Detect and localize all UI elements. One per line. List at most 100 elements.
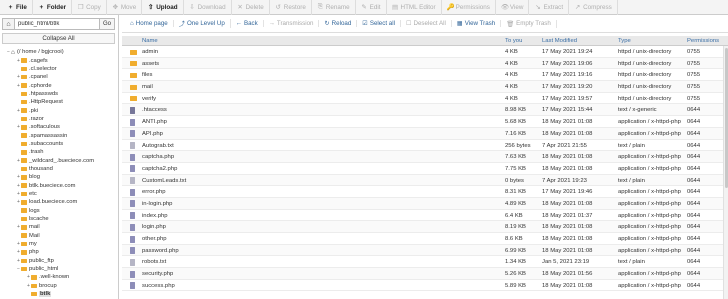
deselect-all-button[interactable]: ☐ Deselect All — [401, 20, 452, 27]
extract-button[interactable]: ↘ Extract — [529, 0, 570, 15]
tree-item[interactable]: + brocup — [0, 282, 118, 290]
header-type[interactable]: Type — [618, 38, 631, 44]
nav-button-label: Back — [243, 20, 258, 27]
tree-item[interactable]: + blog — [0, 173, 118, 181]
reload-button[interactable]: ↻ Reload — [319, 20, 358, 27]
tree-item[interactable]: + .pki — [0, 106, 118, 114]
tree-item[interactable]: + .cagefs — [0, 56, 118, 64]
tree-item[interactable]: .spamassassin — [0, 131, 118, 139]
header-size[interactable]: To you — [505, 38, 522, 44]
tree-item[interactable]: .HttpRequest — [0, 98, 118, 106]
view-trash-button[interactable]: ▦ View Trash — [452, 20, 502, 27]
header-name[interactable]: Name — [142, 38, 158, 44]
file-type: application / x-httpd-php — [618, 189, 681, 196]
table-row[interactable]: verify 4 KB 17 May 2021 19:57 httpd / unix-… — [122, 93, 728, 105]
tree-item[interactable]: + mail — [0, 223, 118, 231]
tree-item-label: btlk.bueciece.com — [29, 182, 76, 189]
download-button[interactable]: ⇩ Download — [184, 0, 232, 15]
table-row[interactable]: other.php 8.6 KB 18 May 2021 01:08 applicat… — [122, 233, 728, 245]
table-row[interactable]: assets 4 KB 17 May 2021 19:06 httpd / unix-… — [122, 57, 728, 70]
table-row[interactable]: in-login.php 4.89 KB 18 May 2021 01:08 appl… — [122, 197, 728, 210]
file-size: 8.19 KB — [505, 224, 526, 231]
table-row[interactable]: error.php 8.31 KB 17 May 2021 19:46 applica… — [122, 186, 728, 198]
table-row[interactable]: CustomLeads.txt 0 bytes 7 Apr 2021 19:23 te… — [122, 174, 728, 187]
copy-button[interactable]: ❐ Copy — [72, 0, 107, 15]
tree-item[interactable]: + btlk.bueciece.com — [0, 182, 118, 190]
tree-item[interactable]: + .cpanel — [0, 73, 118, 81]
eye-icon: 👁 — [500, 4, 510, 11]
view-button[interactable]: 👁 View — [496, 0, 530, 15]
home-icon[interactable]: ⌂ — [2, 18, 14, 30]
transmission-button[interactable]: → Transmission — [264, 20, 320, 27]
folder-icon — [21, 241, 27, 247]
table-row[interactable]: robots.txt 1.34 KB Jan 5, 2021 23:19 text /… — [122, 256, 728, 269]
table-row[interactable]: password.php 6.99 KB 18 May 2021 01:08 appl… — [122, 244, 728, 257]
tree-item[interactable]: + .well-known — [0, 273, 118, 281]
tree-item[interactable]: .trash — [0, 148, 118, 156]
tree-item[interactable]: + load.bueciece.com — [0, 198, 118, 206]
table-row[interactable]: .htaccess 8.98 KB 17 May 2021 15:44 text / … — [122, 104, 728, 117]
compress-button[interactable]: ↗ Compress — [569, 0, 618, 15]
tree-item[interactable]: + .softaculous — [0, 123, 118, 131]
header-permissions[interactable]: Permissions — [687, 38, 719, 44]
tree-item[interactable]: − ⌂ (/ home / bgjcrooi) — [0, 48, 118, 56]
home-page-button[interactable]: ⌂ Home page — [125, 20, 174, 27]
file-type: httpd / unix-directory — [618, 60, 672, 67]
move-button[interactable]: ✥ Move — [107, 0, 143, 15]
tree-item[interactable]: .subaccounts — [0, 140, 118, 148]
edit-button[interactable]: ✎ Edit — [356, 0, 387, 15]
table-row[interactable]: Autograb.txt 256 bytes 7 Apr 2021 21:55 tex… — [122, 140, 728, 152]
tree-item[interactable]: lscache — [0, 215, 118, 223]
tree-item[interactable]: .razor — [0, 115, 118, 123]
table-row[interactable]: mail 4 KB 17 May 2021 19:20 httpd / unix-di… — [122, 81, 728, 93]
table-row[interactable]: index.php 6.4 KB 18 May 2021 01:37 applicat… — [122, 210, 728, 222]
file-permissions: 0755 — [687, 60, 701, 67]
upload-button[interactable]: ⇧ Upload — [142, 0, 184, 15]
select-all-button[interactable]: ☑ Select all — [357, 20, 401, 27]
folder-icon — [21, 125, 27, 130]
tree-item[interactable]: btlk — [0, 290, 118, 298]
table-row[interactable]: API.php 7.16 KB 18 May 2021 01:08 applicati… — [122, 127, 728, 140]
tree-item[interactable]: + etc — [0, 190, 118, 198]
permissions-button[interactable]: 🔑 Permissions — [442, 0, 496, 15]
table-row[interactable]: ANTI.php 5.68 KB 18 May 2021 01:08 applicat… — [122, 116, 728, 128]
restore-button[interactable]: ↺ Restore — [270, 0, 312, 15]
scrollbar[interactable] — [723, 46, 728, 299]
table-row[interactable]: captcha2.php 7.75 KB 18 May 2021 01:08 appl… — [122, 163, 728, 175]
table-row[interactable]: captcha.php 7.63 KB 18 May 2021 01:08 appli… — [122, 151, 728, 163]
tree-item[interactable]: + .cphorde — [0, 81, 118, 89]
go-button[interactable]: Go — [100, 18, 115, 30]
table-row[interactable]: login.php 8.19 KB 18 May 2021 01:08 applica… — [122, 221, 728, 233]
table-row[interactable]: security.php 5.26 KB 18 May 2021 01:56 appl… — [122, 268, 728, 280]
navigation-bar: ⌂ Home page ⤴ One Level Up ← Back → Transmissio… — [122, 15, 728, 33]
one-level-up-button[interactable]: ⤴ One Level Up — [174, 19, 231, 28]
tree-item[interactable]: − public_html — [0, 265, 118, 273]
tree-item[interactable]: + php — [0, 248, 118, 256]
tree-item[interactable]: .htpasswds — [0, 90, 118, 98]
tree-item[interactable]: thousand — [0, 165, 118, 173]
new-folder-button[interactable]: + Folder — [33, 0, 73, 15]
tree-item-label: etc — [29, 191, 37, 198]
html-editor-button[interactable]: ▤ HTML Editor — [387, 0, 442, 15]
header-last-modified[interactable]: Last Modified — [542, 38, 577, 44]
tree-item[interactable]: logs — [0, 207, 118, 215]
table-row[interactable]: files 4 KB 17 May 2021 19:16 httpd / unix-d… — [122, 69, 728, 82]
tree-item[interactable]: .cl.selector — [0, 65, 118, 73]
delete-button[interactable]: ✕ Delete — [232, 0, 270, 15]
new-file-button[interactable]: + File — [2, 0, 33, 15]
tree-item-label: .HttpRequest — [29, 99, 63, 106]
path-input[interactable] — [14, 18, 100, 30]
table-row[interactable]: admin 4 KB 17 May 2021 19:24 httpd / unix-d… — [122, 46, 728, 58]
rename-button[interactable]: ⎘ Rename — [312, 0, 356, 15]
empty-trash-button[interactable]: 🗑 Empty Trash — [501, 19, 557, 28]
tree-item[interactable]: Mail — [0, 232, 118, 240]
back-button[interactable]: ← Back — [231, 20, 264, 27]
toolbar-button-label: Copy — [86, 3, 101, 11]
file-listing-panel: ⌂ Home page ⤴ One Level Up ← Back → Transmissio… — [122, 15, 728, 299]
tree-item[interactable]: + _wildcard_.bueciece.com — [0, 156, 118, 164]
file-size: 4 KB — [505, 72, 518, 79]
collapse-all-button[interactable]: Collapse All — [2, 33, 115, 44]
tree-item[interactable]: + my — [0, 240, 118, 248]
tree-item[interactable]: + public_ftp — [0, 257, 118, 265]
table-row[interactable]: success.php 5.89 KB 18 May 2021 01:08 appli… — [122, 280, 728, 292]
